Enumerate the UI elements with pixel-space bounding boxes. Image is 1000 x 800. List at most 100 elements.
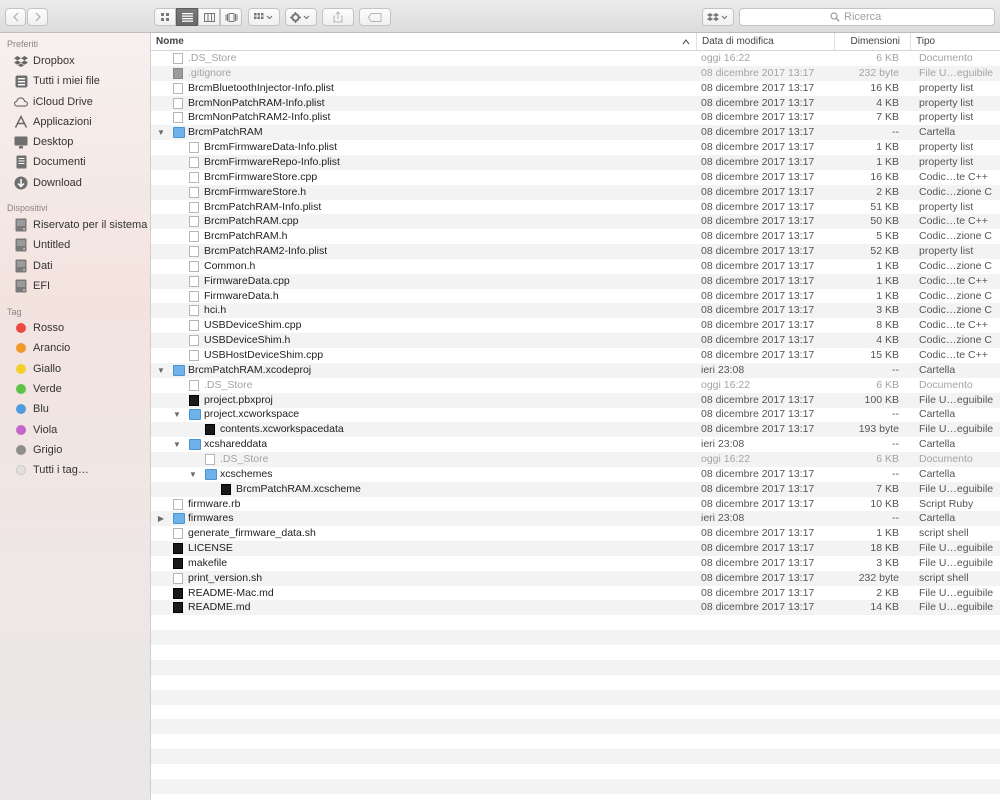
file-row[interactable]: firmware.rb 08 dicembre 2017 13:17 10 KB Sc… <box>151 497 1000 512</box>
disclosure-triangle-open-icon[interactable]: ▼ <box>156 125 166 140</box>
file-date: 08 dicembre 2017 13:17 <box>701 274 815 287</box>
sidebar-item-untitled[interactable]: Untitled <box>0 236 150 255</box>
column-header-size[interactable]: Dimensioni <box>834 33 910 50</box>
sidebar-tag-red[interactable]: Rosso <box>0 319 150 338</box>
view-coverflow-button[interactable] <box>220 8 242 26</box>
file-row[interactable]: Common.h 08 dicembre 2017 13:17 1 KB Codic…… <box>151 259 1000 274</box>
file-row[interactable]: USBDeviceShim.h 08 dicembre 2017 13:17 4 K… <box>151 333 1000 349</box>
file-size: 10 KB <box>870 497 899 510</box>
file-row[interactable]: BrcmNonPatchRAM2-Info.plist 08 dicembre 2… <box>151 110 1000 125</box>
file-row[interactable]: .DS_Store oggi 16:22 6 KB Documento <box>151 378 1000 393</box>
file-row[interactable]: project.pbxproj 08 dicembre 2017 13:17 100… <box>151 392 1000 408</box>
file-row[interactable]: USBHostDeviceShim.cpp 08 dicembre 2017 13… <box>151 348 1000 363</box>
sidebar-tag-gray[interactable]: Grigio <box>0 441 150 460</box>
file-row[interactable]: generate_firmware_data.sh 08 dicembre 201… <box>151 526 1000 541</box>
sidebar-all-tags[interactable]: Tutti i tag… <box>0 461 150 480</box>
view-icons-button[interactable] <box>154 8 176 26</box>
file-row[interactable]: contents.xcworkspacedata 08 dicembre 2017… <box>151 422 1000 438</box>
file-row[interactable]: BrcmPatchRAM.xcscheme 08 dicembre 2017 13… <box>151 481 1000 497</box>
empty-row <box>151 615 1000 630</box>
sidebar-item-dropbox[interactable]: Dropbox <box>0 52 150 71</box>
document-icon <box>173 572 183 584</box>
file-row[interactable]: BrcmPatchRAM-Info.plist 08 dicembre 2017 … <box>151 200 1000 215</box>
file-row[interactable]: ▶ firmwares ieri 23:08 -- Cartella <box>151 511 1000 527</box>
sidebar-tag-blue[interactable]: Blu <box>0 400 150 419</box>
search-input[interactable] <box>844 11 904 23</box>
disclosure-triangle-closed-icon[interactable]: ▶ <box>156 511 166 526</box>
sidebar-item-label: iCloud Drive <box>33 96 93 108</box>
dropbox-toolbar-button[interactable] <box>702 8 734 26</box>
sidebar-item-icloud-drive[interactable]: iCloud Drive <box>0 93 150 112</box>
file-row[interactable]: hci.h 08 dicembre 2017 13:17 3 KB Codic…zio… <box>151 303 1000 319</box>
column-header-name[interactable]: Nome <box>151 33 696 50</box>
file-row[interactable]: BrcmFirmwareStore.h 08 dicembre 2017 13:1… <box>151 184 1000 200</box>
download-icon <box>14 176 28 190</box>
file-row[interactable]: BrcmNonPatchRAM-Info.plist 08 dicembre 20… <box>151 95 1000 111</box>
file-row[interactable]: ▼ BrcmPatchRAM.xcodeproj ieri 23:08 -- Carte… <box>151 362 1000 378</box>
sidebar-tag-green[interactable]: Verde <box>0 380 150 399</box>
disclosure-triangle-open-icon[interactable]: ▼ <box>188 467 198 482</box>
file-date: 08 dicembre 2017 13:17 <box>701 423 815 436</box>
column-header: Nome Data di modifica Dimensioni Tipo <box>151 33 1000 51</box>
file-row[interactable]: print_version.sh 08 dicembre 2017 13:17 23… <box>151 570 1000 586</box>
executable-file-icon <box>173 543 183 555</box>
file-row[interactable]: ▼ BrcmPatchRAM 08 dicembre 2017 13:17 -- Car… <box>151 125 1000 141</box>
column-header-label: Tipo <box>916 36 936 47</box>
file-kind: Codic…zione C <box>919 259 992 272</box>
file-row[interactable]: BrcmFirmwareStore.cpp 08 dicembre 2017 13… <box>151 170 1000 185</box>
file-row[interactable]: FirmwareData.h 08 dicembre 2017 13:17 1 KB… <box>151 289 1000 304</box>
share-button[interactable] <box>322 8 354 26</box>
file-row[interactable]: BrcmBluetoothInjector-Info.plist 08 dicem… <box>151 81 1000 96</box>
executable-file-icon <box>205 424 215 436</box>
file-kind: script shell <box>919 527 969 540</box>
sidebar-item-all-files[interactable]: Tutti i miei file <box>0 72 150 91</box>
file-row[interactable]: ▼ xcshareddata ieri 23:08 -- Cartella <box>151 437 1000 452</box>
file-name: xcshareddata <box>204 438 268 451</box>
file-name: BrcmFirmwareData-Info.plist <box>204 141 338 154</box>
back-button[interactable] <box>5 8 26 26</box>
sidebar-tag-yellow[interactable]: Giallo <box>0 360 150 379</box>
action-button[interactable] <box>285 8 317 26</box>
search-field[interactable] <box>739 8 995 26</box>
file-row[interactable]: makefile 08 dicembre 2017 13:17 3 KB File U… <box>151 556 1000 571</box>
file-row[interactable]: ▼ xcschemes 08 dicembre 2017 13:17 -- Cartel… <box>151 467 1000 482</box>
file-row[interactable]: README.md 08 dicembre 2017 13:17 14 KB File… <box>151 600 1000 616</box>
tag-button[interactable] <box>359 8 391 26</box>
sidebar-item-desktop[interactable]: Desktop <box>0 133 150 152</box>
file-size: 232 byte <box>858 66 899 79</box>
file-size: 100 KB <box>864 393 899 406</box>
sidebar-tag-purple[interactable]: Viola <box>0 421 150 440</box>
sidebar-item-dati[interactable]: Dati <box>0 257 150 276</box>
file-row[interactable]: USBDeviceShim.cpp 08 dicembre 2017 13:17 8… <box>151 318 1000 333</box>
file-row[interactable]: BrcmPatchRAM.cpp 08 dicembre 2017 13:17 50… <box>151 214 1000 230</box>
sidebar-tag-orange[interactable]: Arancio <box>0 339 150 358</box>
file-row[interactable]: BrcmPatchRAM.h 08 dicembre 2017 13:17 5 KB… <box>151 229 1000 244</box>
forward-button[interactable] <box>27 8 48 26</box>
file-row[interactable]: .DS_Store oggi 16:22 6 KB Documento <box>151 451 1000 467</box>
file-row[interactable]: LICENSE 08 dicembre 2017 13:17 18 KB File U… <box>151 541 1000 557</box>
disclosure-triangle-open-icon[interactable]: ▼ <box>156 363 166 378</box>
sidebar-item-efi[interactable]: EFI <box>0 277 150 296</box>
file-row[interactable]: BrcmFirmwareData-Info.plist 08 dicembre 2… <box>151 140 1000 155</box>
view-columns-button[interactable] <box>198 8 220 26</box>
sidebar-item-documents[interactable]: Documenti <box>0 153 150 172</box>
view-list-button[interactable] <box>176 8 198 26</box>
file-row[interactable]: BrcmPatchRAM2-Info.plist 08 dicembre 2017… <box>151 244 1000 260</box>
column-header-kind[interactable]: Tipo <box>910 33 1000 50</box>
file-date: 08 dicembre 2017 13:17 <box>701 334 815 347</box>
column-header-date[interactable]: Data di modifica <box>696 33 834 50</box>
file-size: 193 byte <box>858 423 899 436</box>
sidebar-item-applications[interactable]: Applicazioni <box>0 113 150 132</box>
file-row[interactable]: .gitignore 08 dicembre 2017 13:17 232 byte… <box>151 65 1000 81</box>
disclosure-triangle-open-icon[interactable]: ▼ <box>172 407 182 422</box>
file-date: 08 dicembre 2017 13:17 <box>701 586 815 599</box>
sidebar-item-riservato[interactable]: Riservato per il sistema <box>0 216 150 235</box>
sidebar-item-downloads[interactable]: Download <box>0 174 150 193</box>
file-row[interactable]: .DS_Store oggi 16:22 6 KB Documento <box>151 51 1000 66</box>
file-row[interactable]: ▼ project.xcworkspace 08 dicembre 2017 13:… <box>151 407 1000 422</box>
file-row[interactable]: BrcmFirmwareRepo-Info.plist 08 dicembre 2… <box>151 154 1000 170</box>
file-row[interactable]: FirmwareData.cpp 08 dicembre 2017 13:17 1 … <box>151 273 1000 289</box>
file-row[interactable]: README-Mac.md 08 dicembre 2017 13:17 2 KB F… <box>151 586 1000 601</box>
disclosure-triangle-open-icon[interactable]: ▼ <box>172 437 182 452</box>
arrange-button[interactable] <box>248 8 280 26</box>
